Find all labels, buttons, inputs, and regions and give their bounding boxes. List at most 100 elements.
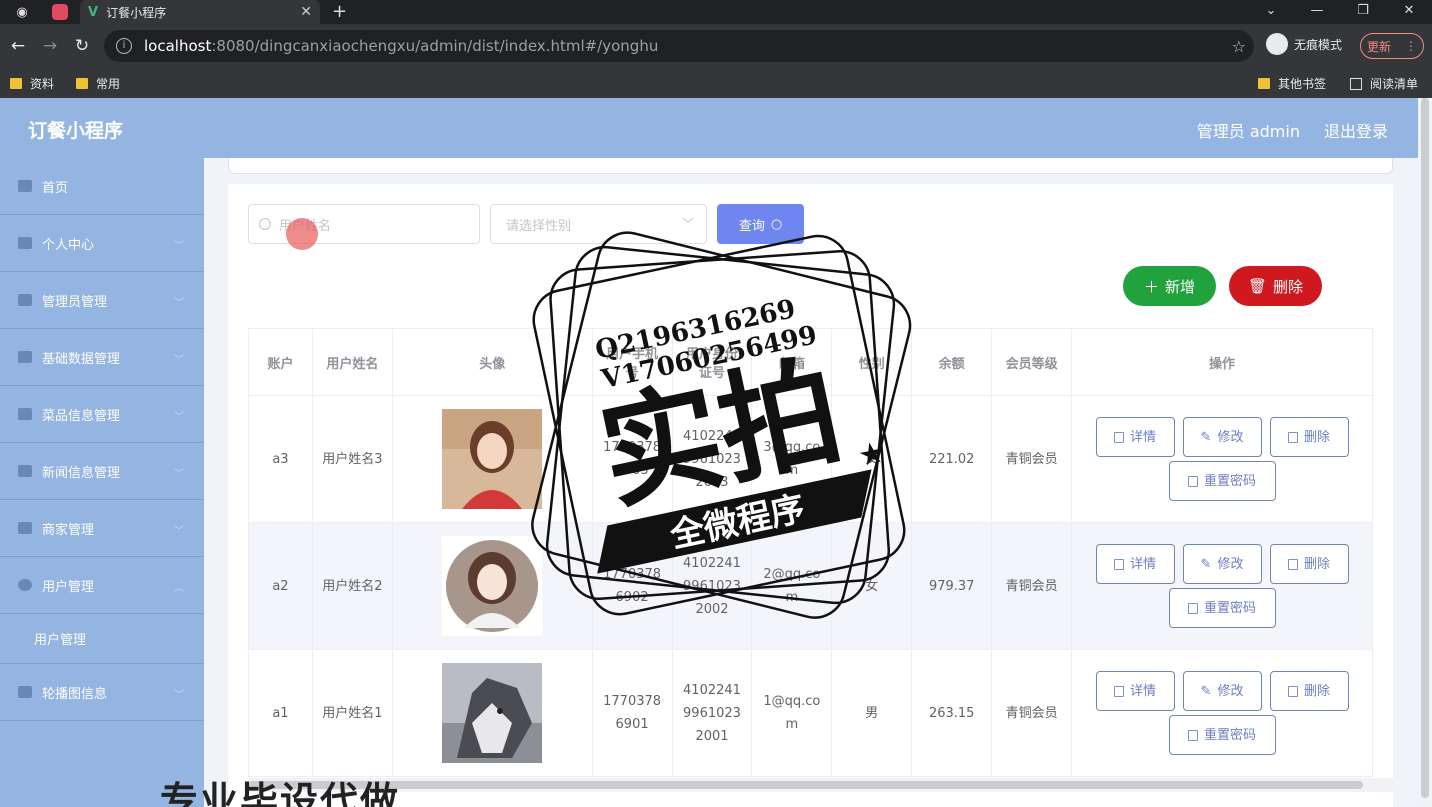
sidebar-item-profile[interactable]: 个人中心 ﹀: [0, 215, 204, 272]
bookmark-label: 其他书签: [1278, 77, 1327, 91]
vertical-scrollbar[interactable]: [1418, 98, 1432, 807]
incognito-indicator[interactable]: 无痕模式: [1266, 33, 1342, 55]
tab-close-icon[interactable]: ✕: [300, 4, 312, 20]
col-header-account: 账户: [248, 328, 313, 396]
sidebar-item-news[interactable]: 新闻信息管理 ﹀: [0, 443, 204, 500]
minimize-icon[interactable]: —: [1294, 0, 1340, 24]
incognito-label: 无痕模式: [1294, 37, 1343, 52]
user-label: 管理员 admin: [1196, 122, 1300, 141]
vue-logo-icon: V: [88, 4, 99, 20]
avatar-image[interactable]: [442, 663, 543, 763]
tab-search-icon[interactable]: ⌄: [1248, 0, 1294, 24]
cell-balance: 263.15: [911, 649, 993, 777]
site-info-icon[interactable]: i: [116, 38, 132, 54]
document-icon: [1188, 602, 1198, 614]
reset-password-button[interactable]: 重置密码: [1168, 461, 1276, 501]
sidebar-item-label: 菜品信息管理: [42, 408, 121, 424]
cell-level: 青铜会员: [991, 395, 1073, 523]
reset-password-button[interactable]: 重置密码: [1168, 588, 1276, 628]
cell-name-text: 用户姓名1: [322, 705, 383, 721]
browser-tab-title: 订餐小程序: [106, 5, 167, 20]
bookmark-folder-changyong[interactable]: 常用: [76, 75, 120, 92]
maximize-icon[interactable]: ❐: [1340, 0, 1386, 24]
delete-label: 删除: [1304, 556, 1331, 572]
address-bar[interactable]: i localhost:8080/dingcanxiaochengxu/admi…: [104, 30, 1254, 62]
delete-button[interactable]: 删除: [1269, 544, 1349, 584]
edit-button[interactable]: ✎ 修改: [1182, 417, 1262, 457]
url-path: :8080/dingcanxiaochengxu/admin/dist/inde…: [211, 37, 659, 55]
cell-account: a1: [248, 649, 313, 777]
cell-idcard: 410224199610232002: [671, 522, 753, 650]
sidebar-item-dishes[interactable]: 菜品信息管理 ﹀: [0, 386, 204, 443]
browser-globe-icon[interactable]: ◉: [0, 0, 44, 24]
cell-email-text: 2@qq.com: [763, 567, 821, 605]
name-search-input[interactable]: 用户姓名: [248, 204, 480, 244]
horizontal-scrollbar[interactable]: [248, 778, 1393, 792]
query-button[interactable]: 查询 ○: [717, 204, 804, 244]
query-label: 查询: [738, 218, 765, 234]
avatar-image[interactable]: [442, 536, 543, 636]
edit-icon: ✎: [1200, 683, 1212, 699]
sidebar-subitem-users[interactable]: 用户管理: [0, 614, 204, 664]
reset-password-label: 重置密码: [1204, 600, 1257, 616]
add-button[interactable]: ＋ 新增: [1123, 266, 1216, 306]
sidebar-item-home[interactable]: 首页: [0, 158, 204, 215]
sidebar-item-label: 首页: [42, 180, 69, 196]
sidebar-item-merchants[interactable]: 商家管理 ﹀: [0, 500, 204, 557]
back-icon[interactable]: ←: [2, 36, 34, 56]
reading-list[interactable]: 阅读清单: [1350, 75, 1418, 92]
avatar-image[interactable]: [442, 409, 543, 509]
app-header: 订餐小程序 管理员 admin 退出登录: [0, 98, 1432, 158]
cell-gender: 男: [831, 649, 913, 777]
bookmark-folder-ziliao[interactable]: 资料: [10, 75, 54, 92]
vertical-scroll-thumb[interactable]: [1421, 98, 1429, 798]
browser-pinned-tab-icon[interactable]: [52, 4, 68, 20]
sidebar-item-carousel[interactable]: 轮播图信息 ﹀: [0, 664, 204, 721]
reset-password-button[interactable]: 重置密码: [1168, 715, 1276, 755]
cell-phone-text: 17703786902: [603, 567, 662, 605]
document-icon: [1114, 558, 1124, 570]
cell-avatar: [391, 395, 593, 523]
bookmark-other[interactable]: 其他书签: [1258, 75, 1326, 92]
cell-level: 青铜会员: [991, 649, 1073, 777]
trash-icon: [1288, 431, 1298, 443]
cell-account: a3: [248, 395, 313, 523]
forward-icon[interactable]: →: [34, 36, 66, 56]
cell-account: a2: [248, 522, 313, 650]
new-tab-button[interactable]: +: [332, 0, 347, 24]
cell-gender: 女: [831, 395, 913, 523]
sidebar-item-admins[interactable]: 管理员管理 ﹀: [0, 272, 204, 329]
table-header-row: 账户 用户姓名 头像 用户手机号 用户身份证号 邮箱 性别 余额 会员等级 操作: [248, 328, 1373, 396]
bookmark-label: 资料: [30, 77, 55, 91]
edit-button[interactable]: ✎ 修改: [1182, 544, 1262, 584]
edit-label: 修改: [1217, 556, 1244, 572]
trash-icon: [1288, 558, 1298, 570]
bookmark-label: 常用: [96, 77, 121, 91]
close-window-icon[interactable]: ✕: [1386, 0, 1432, 24]
bookmark-star-icon[interactable]: ☆: [1232, 37, 1246, 56]
edit-button[interactable]: ✎ 修改: [1182, 671, 1262, 711]
sidebar-item-users[interactable]: 用户管理 ︿: [0, 557, 204, 614]
chevron-down-icon: ﹀: [174, 469, 184, 480]
delete-label: 删除: [1304, 683, 1331, 699]
update-button[interactable]: 更新 ⋮: [1360, 33, 1424, 59]
users-table: 账户 用户姓名 头像 用户手机号 用户身份证号 邮箱 性别 余额 会员等级 操作…: [248, 328, 1373, 777]
gender-select[interactable]: 请选择性别 ﹀: [490, 204, 707, 244]
logout-link[interactable]: 退出登录: [1324, 118, 1388, 142]
cell-email-text: 3@qq.com: [763, 440, 821, 478]
detail-button[interactable]: 详情: [1095, 544, 1175, 584]
document-icon: [1188, 729, 1198, 741]
clock-icon: [18, 579, 32, 591]
delete-button[interactable]: 删除: [1269, 417, 1349, 457]
table-row: a1 用户姓名1 17703786901 410224199610232001 …: [248, 649, 1373, 777]
sidebar-item-basedata[interactable]: 基础数据管理 ﹀: [0, 329, 204, 386]
detail-button[interactable]: 详情: [1095, 671, 1175, 711]
detail-button[interactable]: 详情: [1095, 417, 1175, 457]
browser-tab[interactable]: V 订餐小程序 ✕: [80, 0, 320, 24]
cell-level: 青铜会员: [991, 522, 1073, 650]
horizontal-scroll-thumb[interactable]: [248, 781, 1363, 789]
batch-delete-button[interactable]: 🗑 删除: [1229, 266, 1322, 306]
delete-button[interactable]: 删除: [1269, 671, 1349, 711]
col-header-name: 用户姓名: [311, 328, 393, 396]
reload-icon[interactable]: ↻: [66, 36, 98, 56]
